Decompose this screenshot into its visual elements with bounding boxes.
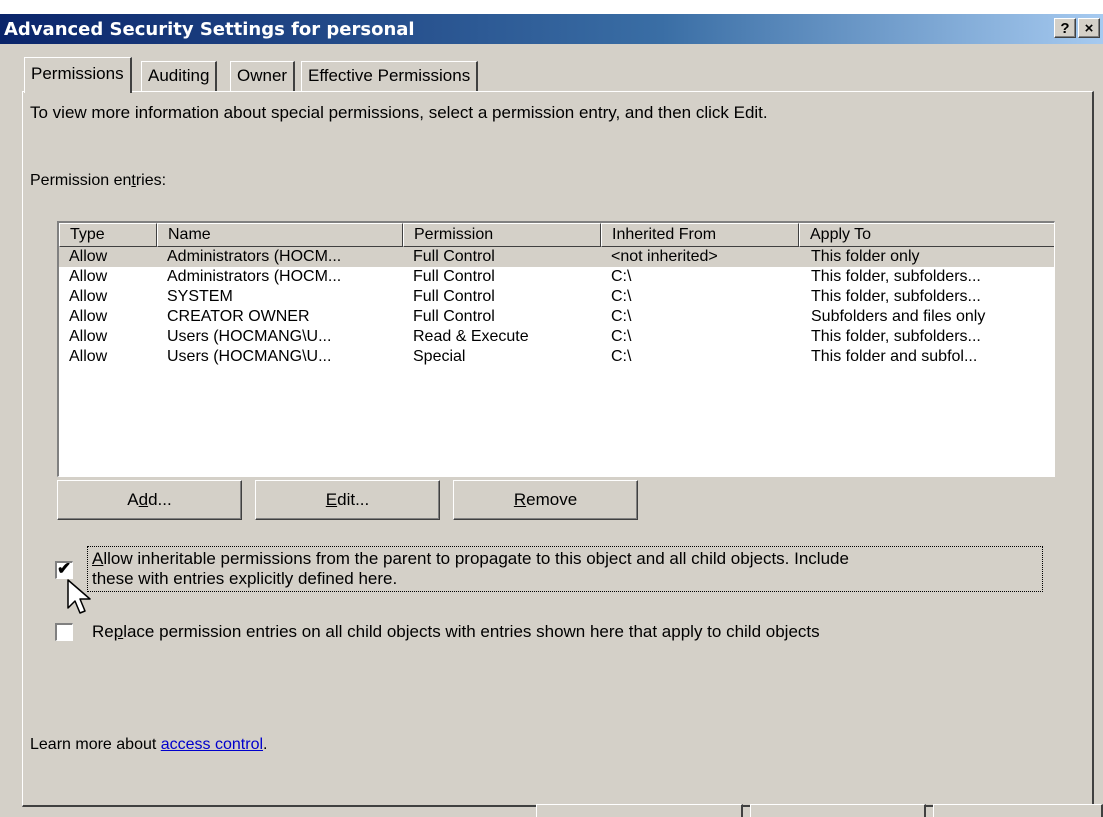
checkmark-icon: ✔: [57, 559, 72, 578]
row-apply-to: This folder and subfol...: [811, 348, 978, 365]
row-name: CREATOR OWNER: [167, 308, 310, 325]
row-permission: Full Control: [413, 268, 495, 285]
entries-label-post: ries:: [135, 172, 167, 189]
row-name: SYSTEM: [167, 288, 233, 305]
column-header-apply-to[interactable]: Apply To: [799, 223, 1054, 247]
tab-effective-permissions[interactable]: Effective Permissions: [301, 61, 479, 91]
tab-permissions[interactable]: Permissions: [24, 57, 132, 93]
row-name: Users (HOCMANG\U...: [167, 348, 332, 365]
window-title: Advanced Security Settings for personal: [4, 19, 415, 40]
row-permission: Special: [413, 348, 466, 365]
tab-auditing[interactable]: Auditing: [141, 61, 218, 91]
row-permission: Full Control: [413, 248, 495, 265]
permission-entries-list[interactable]: Type Name Permission Inherited From Appl…: [57, 221, 1055, 477]
advanced-security-settings-window: Advanced Security Settings for personal …: [0, 14, 1103, 817]
replace-permissions-checkbox[interactable]: [55, 623, 73, 641]
column-header-permission[interactable]: Permission: [403, 223, 601, 247]
replace-permissions-label[interactable]: Replace permission entries on all child …: [92, 622, 820, 642]
replace-label-mnemonic: p: [113, 622, 124, 641]
inherit-label-text: llow inheritable permissions from the pa…: [103, 549, 849, 568]
row-type: Allow: [69, 348, 108, 365]
row-permission: Full Control: [413, 308, 495, 325]
inherit-permissions-checkbox[interactable]: ✔: [55, 559, 73, 579]
row-name: Users (HOCMANG\U...: [167, 328, 332, 345]
row-type: Allow: [69, 248, 108, 265]
replace-label-post: lace permission entries on all child obj…: [123, 622, 820, 641]
edit-label-mnemonic: E: [325, 490, 338, 509]
learn-more-suffix: .: [263, 736, 268, 753]
permission-entries-label: Permission entries:: [30, 172, 166, 190]
row-type: Allow: [69, 308, 108, 325]
table-row[interactable]: Allow Administrators (HOCM... Full Contr…: [59, 247, 1054, 267]
inherit-label-line-1: Allow inheritable permissions from the p…: [92, 549, 1042, 569]
row-type: Allow: [69, 268, 108, 285]
row-apply-to: This folder, subfolders...: [811, 328, 981, 345]
learn-more-prefix: Learn more about: [30, 736, 161, 753]
entries-label-pre: Permission en: [30, 172, 132, 189]
row-inherited-from: C:\: [611, 328, 632, 345]
row-permission: Read & Execute: [413, 328, 529, 345]
tab-owner[interactable]: Owner: [230, 61, 296, 91]
mouse-pointer-icon: [67, 579, 91, 614]
title-bar[interactable]: Advanced Security Settings for personal …: [0, 14, 1103, 44]
row-apply-to: This folder only: [811, 248, 920, 265]
table-row[interactable]: Allow Users (HOCMANG\U... Special C:\ Th…: [59, 347, 1054, 367]
instructions-text: To view more information about special p…: [30, 103, 768, 122]
row-permission: Full Control: [413, 288, 495, 305]
column-header-type[interactable]: Type: [59, 223, 157, 247]
replace-label-pre: Re: [92, 622, 114, 641]
row-inherited-from: C:\: [611, 288, 632, 305]
remove-label-post: emove: [526, 490, 578, 509]
cancel-button[interactable]: [750, 804, 926, 817]
apply-button[interactable]: [933, 804, 1103, 817]
row-inherited-from: C:\: [611, 308, 632, 325]
inherit-label-line-2: these with entries explicitly defined he…: [92, 569, 398, 588]
column-header-name[interactable]: Name: [157, 223, 403, 247]
row-apply-to: This folder, subfolders...: [811, 268, 981, 285]
access-control-link[interactable]: access control: [161, 736, 263, 753]
inherit-permissions-label[interactable]: Allow inheritable permissions from the p…: [92, 549, 1042, 589]
learn-more-text: Learn more about access control.: [30, 736, 267, 754]
help-button[interactable]: ?: [1054, 18, 1076, 38]
remove-label-mnemonic: R: [513, 490, 527, 509]
add-label-mnemonic: d: [138, 490, 149, 509]
edit-label-post: dit...: [337, 490, 370, 509]
row-inherited-from: C:\: [611, 348, 632, 365]
add-label-post: d...: [148, 490, 172, 509]
row-apply-to: Subfolders and files only: [811, 308, 986, 325]
row-inherited-from: C:\: [611, 268, 632, 285]
column-header-inherited-from[interactable]: Inherited From: [601, 223, 799, 247]
row-name: Administrators (HOCM...: [167, 248, 342, 265]
row-apply-to: This folder, subfolders...: [811, 288, 981, 305]
remove-button[interactable]: Remove: [453, 480, 638, 520]
close-button[interactable]: ×: [1078, 18, 1100, 38]
list-header: Type Name Permission Inherited From Appl…: [59, 223, 1054, 247]
row-type: Allow: [69, 288, 108, 305]
add-label-pre: A: [127, 490, 139, 509]
edit-button[interactable]: Edit...: [255, 480, 440, 520]
row-type: Allow: [69, 328, 108, 345]
row-name: Administrators (HOCM...: [167, 268, 342, 285]
row-inherited-from: <not inherited>: [611, 248, 718, 265]
add-button[interactable]: Add...: [57, 480, 242, 520]
ok-button[interactable]: [536, 804, 743, 817]
inherit-label-mnemonic: A: [92, 549, 104, 568]
table-row[interactable]: Allow Users (HOCMANG\U... Read & Execute…: [59, 327, 1054, 347]
table-row[interactable]: Allow CREATOR OWNER Full Control C:\ Sub…: [59, 307, 1054, 327]
table-row[interactable]: Allow SYSTEM Full Control C:\ This folde…: [59, 287, 1054, 307]
table-row[interactable]: Allow Administrators (HOCM... Full Contr…: [59, 267, 1054, 287]
